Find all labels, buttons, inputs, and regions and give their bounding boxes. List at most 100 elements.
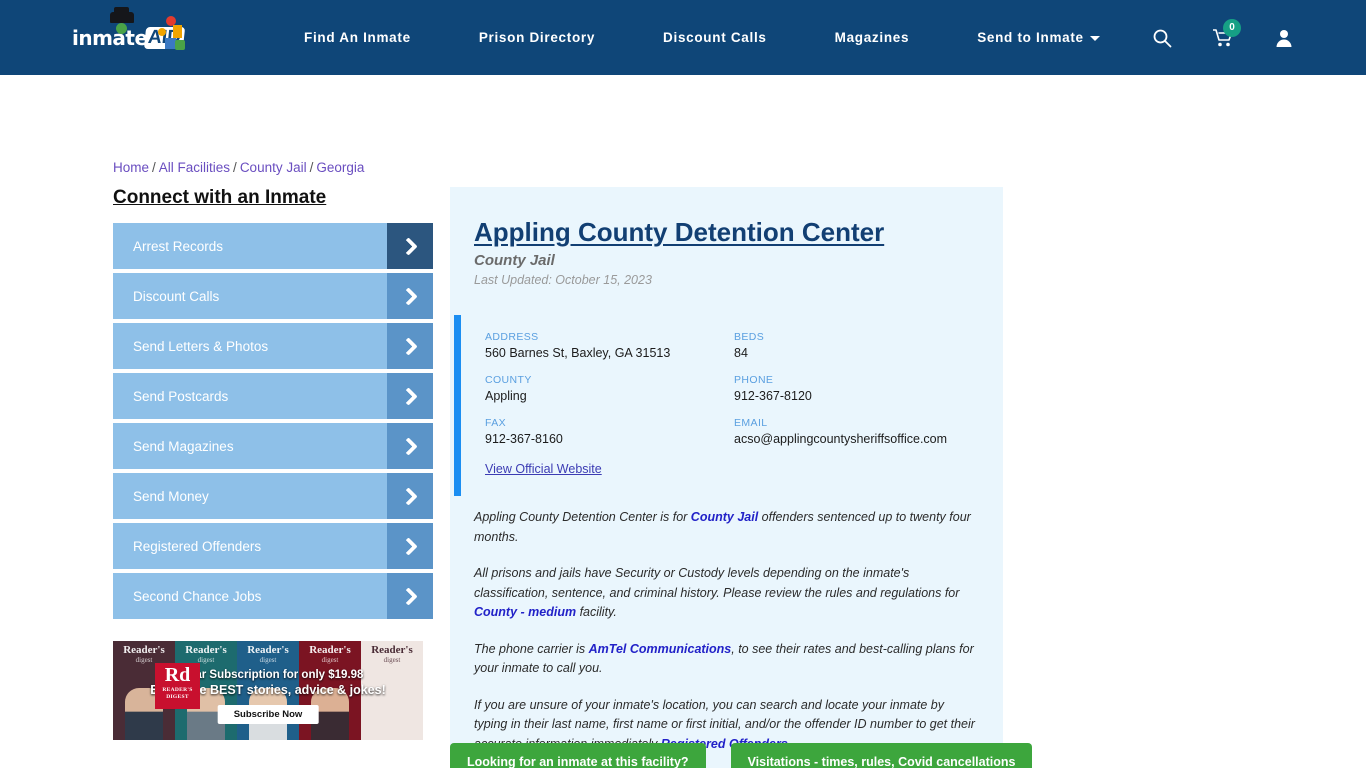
sidebar-item-send-money[interactable]: Send Money <box>113 473 433 519</box>
info-label: EMAIL <box>734 417 768 429</box>
description-text: The phone carrier is <box>474 641 589 656</box>
info-address: ADDRESS 560 Barnes St, Baxley, GA 31513 <box>485 331 734 360</box>
breadcrumb-item-home[interactable]: Home <box>113 160 149 175</box>
sidebar-item-arrest-records[interactable]: Arrest Records <box>113 223 433 269</box>
shopping-cart-icon[interactable]: 0 <box>1212 18 1241 48</box>
ad-cover-title: Reader's <box>309 644 351 656</box>
last-updated-text: Last Updated: October 15, 2023 <box>474 273 652 287</box>
link-county-jail[interactable]: County Jail <box>691 510 758 524</box>
sidebar-item-label: Send Postcards <box>133 388 229 404</box>
info-value: 912-367-8120 <box>734 389 812 403</box>
advertisement-banner[interactable]: Reader's digest Reader's digest Reader's… <box>113 641 423 740</box>
info-phone: PHONE 912-367-8120 <box>734 374 983 403</box>
sidebar-item-second-chance-jobs[interactable]: Second Chance Jobs <box>113 573 433 619</box>
chevron-right-icon <box>387 473 433 519</box>
sidebar-item-send-letters-photos[interactable]: Send Letters & Photos <box>113 323 433 369</box>
info-value: acso@applingcountysheriffsoffice.com <box>734 432 948 446</box>
sidebar: Connect with an Inmate Arrest Records Di… <box>113 187 433 623</box>
description-paragraph-2: All prisons and jails have Security or C… <box>474 564 979 623</box>
inmate-search-button[interactable]: Looking for an inmate at this facility? <box>450 743 706 768</box>
cart-count-badge: 0 <box>1223 18 1241 37</box>
search-icon[interactable] <box>1152 28 1172 48</box>
ad-cover-title: Reader's <box>185 644 227 656</box>
sidebar-title[interactable]: Connect with an Inmate <box>113 187 433 209</box>
page-title: Appling County Detention Center <box>474 217 885 247</box>
nav-item-prison-directory[interactable]: Prison Directory <box>445 30 629 45</box>
view-official-website-link[interactable]: View Official Website <box>485 462 734 476</box>
info-label: BEDS <box>734 331 765 343</box>
nav-item-magazines[interactable]: Magazines <box>801 30 944 45</box>
info-value: 84 <box>734 346 748 360</box>
info-fax: FAX 912-367-8160 <box>485 417 734 446</box>
site-logo[interactable]: inmate AID <box>72 6 192 60</box>
facility-description: Appling County Detention Center is for C… <box>450 496 1003 768</box>
facility-type: County Jail <box>474 252 555 269</box>
sidebar-item-registered-offenders[interactable]: Registered Offenders <box>113 523 433 569</box>
ad-logo-sub-2: DIGEST <box>166 694 189 700</box>
link-amtel-communications[interactable]: AmTel Communications <box>589 642 732 656</box>
ad-subscribe-button[interactable]: Subscribe Now <box>217 705 319 724</box>
info-value: 560 Barnes St, Baxley, GA 31513 <box>485 346 671 360</box>
sidebar-item-send-magazines[interactable]: Send Magazines <box>113 423 433 469</box>
visitation-info-button[interactable]: Visitations - times, rules, Covid cancel… <box>730 743 1033 768</box>
chevron-right-icon <box>387 523 433 569</box>
logo-wordmark: inmate <box>72 25 148 50</box>
sidebar-item-discount-calls[interactable]: Discount Calls <box>113 273 433 319</box>
action-buttons: Looking for an inmate at this facility? … <box>450 743 1033 768</box>
facility-card: Appling County Detention Center County J… <box>450 187 1003 768</box>
ad-cover-title: Reader's <box>247 644 289 656</box>
info-label: COUNTY <box>485 374 532 386</box>
info-beds: BEDS 84 <box>734 331 983 360</box>
ad-cover-subtitle: digest <box>383 656 401 664</box>
info-value: 912-367-8160 <box>485 432 563 446</box>
chevron-right-icon <box>387 223 433 269</box>
nav-icon-group: 0 <box>1152 18 1294 48</box>
info-county: COUNTY Appling <box>485 374 734 403</box>
ad-readers-digest-logo: Rd READER'S DIGEST <box>155 663 200 709</box>
link-county-medium[interactable]: County - medium <box>474 605 576 619</box>
chevron-right-icon <box>387 423 433 469</box>
top-navigation-bar: inmate AID Find An Inmate Prison Director… <box>0 0 1366 75</box>
breadcrumb-item-all-facilities[interactable]: All Facilities <box>159 160 230 175</box>
nav-item-send-to-inmate[interactable]: Send to Inmate <box>943 30 1134 45</box>
breadcrumb: Home / All Facilities / County Jail / Georgia <box>113 160 364 175</box>
info-email: EMAIL acso@applingcountysheriffsoffice.c… <box>734 417 983 446</box>
nav-item-discount-calls[interactable]: Discount Calls <box>629 30 801 45</box>
info-label: ADDRESS <box>485 331 539 343</box>
chevron-down-icon <box>1089 35 1100 41</box>
breadcrumb-item-county-jail[interactable]: County Jail <box>240 160 307 175</box>
ad-cover-subtitle: digest <box>259 656 277 664</box>
breadcrumb-separator: / <box>233 160 237 175</box>
ad-logo-mark: Rd <box>164 664 191 686</box>
ad-logo-sub-1: READER'S <box>162 687 193 693</box>
logo-hat-icon <box>110 6 134 23</box>
logo-decor-green-icon <box>175 39 185 50</box>
breadcrumb-item-georgia[interactable]: Georgia <box>316 160 364 175</box>
logo-decor-yellow-icon <box>173 24 182 38</box>
sidebar-item-send-postcards[interactable]: Send Postcards <box>113 373 433 419</box>
info-label: PHONE <box>734 374 774 386</box>
sidebar-item-label: Send Magazines <box>133 438 234 454</box>
description-paragraph-3: The phone carrier is AmTel Communication… <box>474 640 979 679</box>
logo-person-icon <box>116 22 127 34</box>
breadcrumb-separator: / <box>152 160 156 175</box>
facility-info-panel: ADDRESS 560 Barnes St, Baxley, GA 31513 … <box>454 315 1003 496</box>
chevron-right-icon <box>387 323 433 369</box>
description-paragraph-1: Appling County Detention Center is for C… <box>474 508 979 547</box>
logo-decor-dot-icon <box>158 27 166 36</box>
info-label: FAX <box>485 417 507 429</box>
nav-item-find-an-inmate[interactable]: Find An Inmate <box>270 30 445 45</box>
info-value: Appling <box>485 389 527 403</box>
ad-cover-subtitle: digest <box>321 656 339 664</box>
description-text: All prisons and jails have Security or C… <box>474 566 960 600</box>
primary-nav-links: Find An Inmate Prison Directory Discount… <box>270 30 1134 45</box>
description-text: Appling County Detention Center is for <box>474 510 691 524</box>
chevron-right-icon <box>387 373 433 419</box>
user-account-icon[interactable] <box>1274 28 1294 48</box>
sidebar-item-label: Registered Offenders <box>133 538 262 554</box>
sidebar-item-label: Discount Calls <box>133 288 220 304</box>
breadcrumb-separator: / <box>309 160 314 175</box>
sidebar-item-label: Send Letters & Photos <box>133 338 269 354</box>
nav-item-send-to-inmate-label: Send to Inmate <box>977 30 1084 45</box>
sidebar-item-label: Arrest Records <box>133 238 224 254</box>
